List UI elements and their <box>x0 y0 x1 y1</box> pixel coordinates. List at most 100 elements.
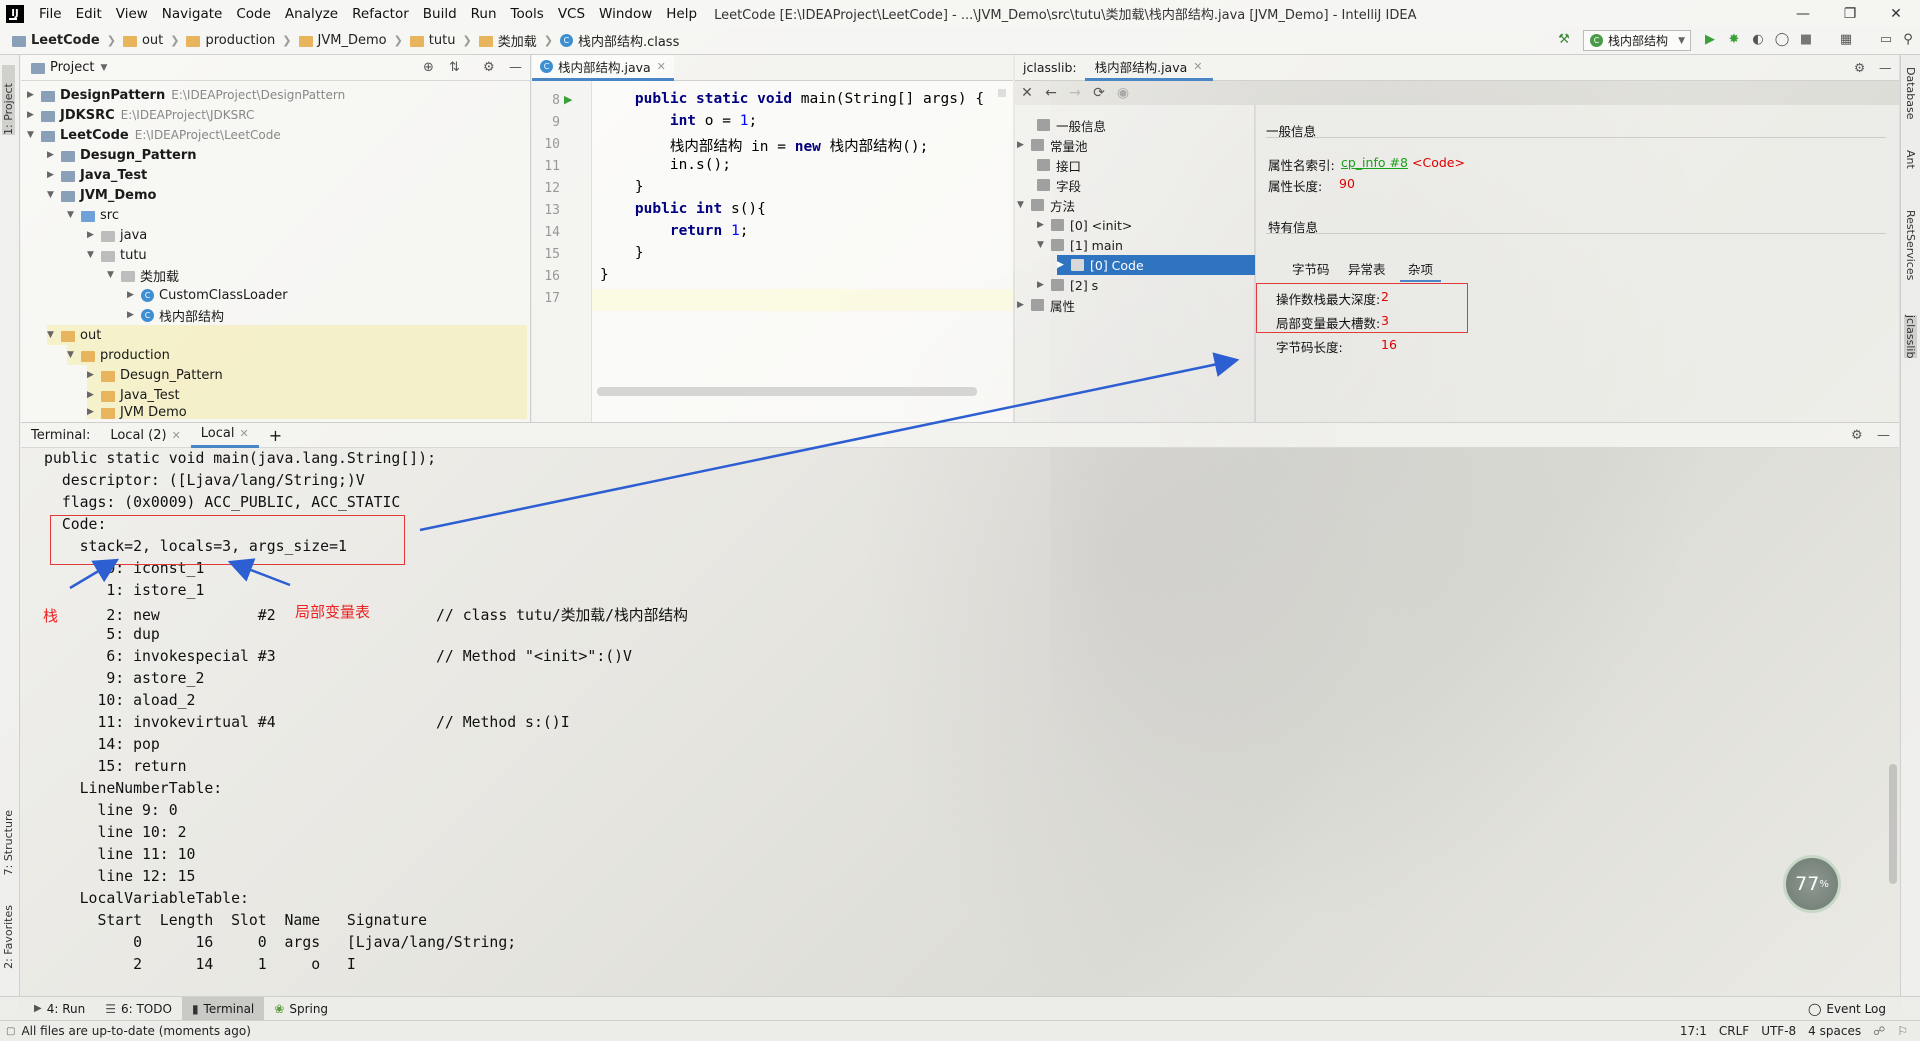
hide-panel-icon[interactable]: — <box>1879 60 1892 75</box>
gear-icon[interactable]: ⚙ <box>1851 428 1863 443</box>
hide-panel-icon[interactable]: — <box>509 60 522 75</box>
tool-tab-todo[interactable]: ☰ 6: TODO <box>95 997 182 1021</box>
project-tool-tab[interactable]: 1: Project <box>2 65 15 135</box>
status-toggle-icon[interactable]: ▢ <box>6 1026 15 1037</box>
new-terminal-tab-icon[interactable]: + <box>259 422 292 448</box>
project-title[interactable]: Project <box>50 60 94 75</box>
project-structure-icon[interactable]: ▦ <box>1838 32 1854 48</box>
breadcrumb-tutu[interactable]: tutu <box>406 33 460 48</box>
jclass-tree-attributes[interactable]: ▶ 属性 <box>1017 295 1075 315</box>
tool-tab-spring[interactable]: ❀ Spring <box>264 997 338 1021</box>
build-hammer-icon[interactable]: ⚒ <box>1556 32 1572 48</box>
menu-help[interactable]: Help <box>659 6 704 22</box>
jclasslib-tab-file[interactable]: 栈内部结构.java ✕ <box>1084 55 1213 81</box>
close-tab-icon[interactable]: ✕ <box>1193 60 1202 73</box>
tree-item-classloading[interactable]: ▼ 类加载 <box>107 265 179 285</box>
tree-item-stack-structure[interactable]: ▶ C 栈内部结构 <box>127 305 224 325</box>
hide-panel-icon[interactable]: — <box>1877 428 1890 443</box>
menu-run[interactable]: Run <box>464 6 504 22</box>
jclass-tree-s[interactable]: ▶ [2] s <box>1037 275 1098 295</box>
breadcrumb-out[interactable]: out <box>119 33 167 48</box>
event-log-button[interactable]: ◯ Event Log <box>1798 997 1896 1021</box>
tree-item-customclassloader[interactable]: ▶ C CustomClassLoader <box>127 285 288 305</box>
layout-icon[interactable]: ▭ <box>1878 32 1894 48</box>
tree-item-out-desugn-pattern[interactable]: ▶ Desugn_Pattern <box>87 365 527 385</box>
file-encoding[interactable]: UTF-8 <box>1755 1024 1802 1038</box>
menu-navigate[interactable]: Navigate <box>155 6 230 22</box>
search-icon[interactable]: ⚲ <box>1900 32 1916 48</box>
tab-bytecode[interactable]: 字节码 <box>1284 257 1338 280</box>
tree-item-production[interactable]: ▼ production <box>67 345 527 365</box>
tree-item-jvm-demo[interactable]: ▼ JVM_Demo <box>47 185 156 205</box>
jclass-tree-init[interactable]: ▶ [0] <init> <box>1037 215 1132 235</box>
breadcrumb-class-file[interactable]: C 栈内部结构.class <box>556 31 683 50</box>
tree-item-out[interactable]: ▼ out <box>47 325 527 345</box>
memory-indicator[interactable]: 77% <box>1783 855 1841 913</box>
breadcrumb-classloading[interactable]: 类加载 <box>475 31 541 50</box>
tree-item-tutu[interactable]: ▼ tutu <box>87 245 147 265</box>
jclass-tree-interfaces[interactable]: 接口 <box>1037 155 1081 175</box>
code-editor[interactable]: 8 9 10 11 12 13 14 15 16 17 ▶ public sta… <box>532 81 1013 422</box>
web-icon[interactable]: ◉ <box>1111 85 1135 101</box>
collapse-all-icon[interactable]: ⇅ <box>449 60 460 75</box>
horizontal-scrollbar[interactable] <box>597 387 977 396</box>
vertical-scrollbar[interactable] <box>1889 764 1897 884</box>
menu-view[interactable]: View <box>109 6 155 22</box>
ant-tool-tab[interactable]: Ant <box>1904 150 1917 169</box>
tree-item-src[interactable]: ▼ src <box>67 205 119 225</box>
breadcrumb-production[interactable]: production <box>182 33 279 48</box>
minimize-button[interactable]: — <box>1780 0 1826 27</box>
menu-edit[interactable]: Edit <box>69 6 109 22</box>
breadcrumb-jvm-demo[interactable]: JVM_Demo <box>295 33 391 48</box>
chevron-down-icon[interactable]: ▼ <box>100 63 107 73</box>
coverage-icon[interactable]: ◐ <box>1750 32 1766 48</box>
locate-icon[interactable]: ⊕ <box>423 60 434 75</box>
profile-icon[interactable]: ◯ <box>1774 32 1790 48</box>
close-icon[interactable]: ✕ <box>1015 85 1039 101</box>
run-configuration-select[interactable]: C 栈内部结构 ▼ <box>1583 30 1691 51</box>
tree-item-leetcode[interactable]: ▼ LeetCode E:\IDEAProject\LeetCode <box>27 125 281 145</box>
restservices-tool-tab[interactable]: RestServices <box>1904 210 1917 280</box>
tree-item-designpattern[interactable]: ▶ DesignPattern E:\IDEAProject\DesignPatte… <box>27 85 345 105</box>
inspector-icon[interactable]: ⚐ <box>1891 1024 1914 1038</box>
indent-setting[interactable]: 4 spaces <box>1802 1024 1867 1038</box>
tree-item-java-test[interactable]: ▶ Java_Test <box>47 165 147 185</box>
structure-tool-tab[interactable]: 7: Structure <box>2 810 15 875</box>
gear-icon[interactable]: ⚙ <box>483 60 495 75</box>
tree-item-out-jvm-demo[interactable]: ▶ JVM Demo <box>87 405 527 419</box>
editor-tab-java-file[interactable]: C 栈内部结构.java ✕ <box>532 55 674 81</box>
refresh-icon[interactable]: ⟳ <box>1087 85 1111 101</box>
inspection-indicator[interactable] <box>998 89 1006 97</box>
menu-build[interactable]: Build <box>416 6 464 22</box>
close-tab-icon[interactable]: ✕ <box>657 60 666 73</box>
cursor-position[interactable]: 17:1 <box>1674 1024 1713 1038</box>
tree-item-desugn-pattern[interactable]: ▶ Desugn_Pattern <box>47 145 197 165</box>
jclass-tree-methods[interactable]: ▼ 方法 <box>1017 195 1075 215</box>
tool-tab-terminal[interactable]: ▮ Terminal <box>181 996 265 1021</box>
close-tab-icon[interactable]: ✕ <box>172 429 181 442</box>
menu-tools[interactable]: Tools <box>504 6 551 22</box>
jclass-tree-main[interactable]: ▼ [1] main <box>1037 235 1123 255</box>
back-arrow-icon[interactable]: ← <box>1039 85 1063 101</box>
gear-icon[interactable]: ⚙ <box>1854 60 1865 75</box>
terminal-tab-local-2[interactable]: Local (2) ✕ <box>100 422 190 448</box>
menu-refactor[interactable]: Refactor <box>345 6 416 22</box>
line-separator[interactable]: CRLF <box>1713 1024 1755 1038</box>
database-tool-tab[interactable]: Database <box>1904 67 1917 120</box>
tab-misc[interactable]: 杂项 <box>1400 257 1442 282</box>
favorites-tool-tab[interactable]: 2: Favorites <box>2 905 15 969</box>
menu-analyze[interactable]: Analyze <box>278 6 345 22</box>
forward-arrow-icon[interactable]: → <box>1063 85 1087 101</box>
stop-icon[interactable]: ■ <box>1798 32 1814 48</box>
tree-item-java[interactable]: ▶ java <box>87 225 147 245</box>
maximize-button[interactable]: ❐ <box>1827 0 1873 27</box>
tree-item-jdksrc[interactable]: ▶ JDKSRC E:\IDEAProject\JDKSRC <box>27 105 254 125</box>
jclass-tree-fields[interactable]: 字段 <box>1037 175 1081 195</box>
breadcrumb-leetcode[interactable]: LeetCode <box>8 33 104 48</box>
jclass-tree-constant-pool[interactable]: ▶ 常量池 <box>1017 135 1088 155</box>
tab-exception-table[interactable]: 异常表 <box>1340 257 1394 280</box>
menu-vcs[interactable]: VCS <box>551 6 592 22</box>
close-window-button[interactable]: ✕ <box>1873 0 1919 27</box>
jclass-tree-general[interactable]: 一般信息 <box>1037 115 1106 135</box>
tree-item-out-java-test[interactable]: ▶ Java_Test <box>87 385 527 405</box>
